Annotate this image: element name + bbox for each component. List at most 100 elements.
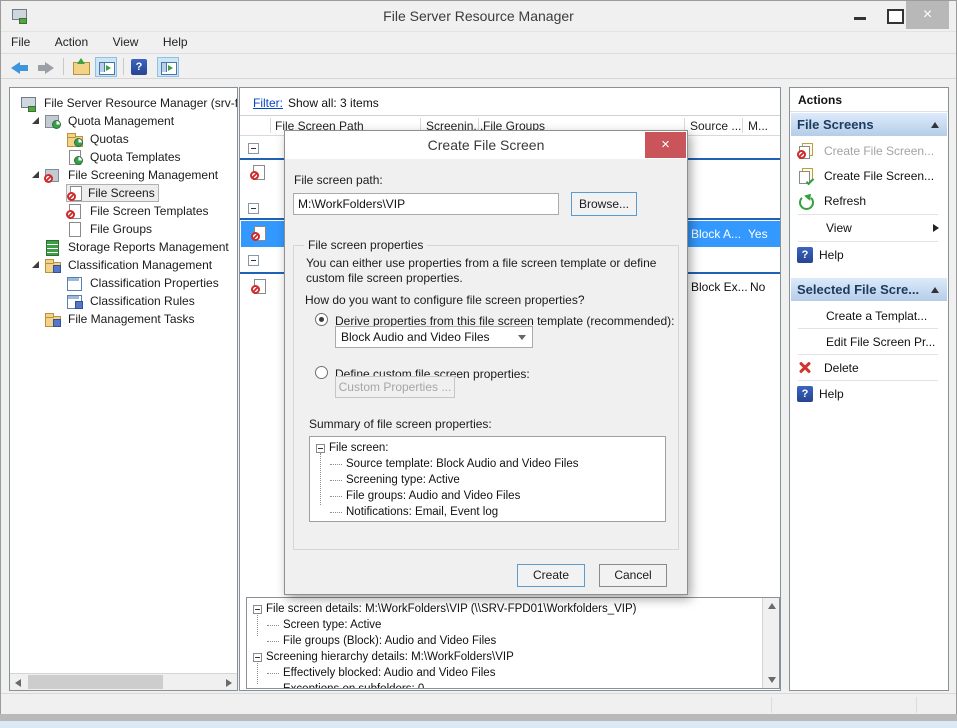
menu-help[interactable]: Help <box>153 32 198 52</box>
close-button[interactable]: × <box>906 1 949 29</box>
tree-node-classification-management[interactable]: Classification Management <box>10 256 237 274</box>
details-pane: File screen details: M:\WorkFolders\VIP … <box>246 597 780 689</box>
menu-action[interactable]: Action <box>45 32 98 52</box>
action-help-2[interactable]: ? Help <box>791 381 947 406</box>
collapse-icon[interactable] <box>253 605 262 614</box>
show-action-pane-icon[interactable] <box>157 57 179 77</box>
app-window: File Server Resource Manager × File Acti… <box>0 0 957 721</box>
scroll-down-icon[interactable] <box>768 677 776 683</box>
summary-root-row[interactable]: File screen: <box>316 442 388 454</box>
menu-view[interactable]: View <box>103 32 149 52</box>
action-create-file-screen-disabled: Create File Screen... <box>791 138 947 163</box>
toolbar: ? <box>1 53 956 79</box>
no-badge <box>67 192 76 201</box>
pie-badge <box>74 138 83 147</box>
collapse-icon[interactable] <box>316 444 325 453</box>
details-vertical-scrollbar[interactable] <box>762 598 779 688</box>
section-header-selected-file-screen[interactable]: Selected File Scre... <box>791 278 947 301</box>
selected-tree-node: File Screens <box>66 184 159 202</box>
console-tree-panel: File Server Resource Manager (srv-fpd Qu… <box>9 87 238 691</box>
dialog-title-bar: Create File Screen × <box>285 131 687 159</box>
row2-match-cell: Yes <box>748 227 768 241</box>
export-list-icon[interactable] <box>71 57 93 77</box>
tree-horizontal-scrollbar[interactable] <box>10 673 237 690</box>
title-bar: File Server Resource Manager × <box>1 1 956 31</box>
menu-file[interactable]: File <box>1 32 40 52</box>
cancel-button[interactable]: Cancel <box>599 564 667 587</box>
delete-icon <box>797 360 814 376</box>
create-button[interactable]: Create <box>517 564 585 587</box>
menu-bar: File Action View Help <box>1 31 956 53</box>
custom-properties-radio[interactable] <box>315 366 328 379</box>
tree-node-file-management-tasks[interactable]: File Management Tasks <box>10 310 237 328</box>
details-row-5: Effectively blocked: Audio and Video Fil… <box>253 667 495 679</box>
column-match[interactable]: M... <box>748 119 768 133</box>
summary-label: Summary of file screen properties: <box>309 417 492 431</box>
console-tree-arrow <box>106 65 111 71</box>
help-icon[interactable]: ? <box>129 57 151 77</box>
minimize-button[interactable] <box>846 1 876 29</box>
template-select[interactable]: Block Audio and Video Files <box>335 326 533 348</box>
expand-triangle-icon[interactable] <box>32 261 39 268</box>
details-row-4[interactable]: Screening hierarchy details: M:\WorkFold… <box>253 651 514 663</box>
file-screen-path-label: File screen path: <box>294 173 383 187</box>
desktop-edge <box>0 721 957 728</box>
back-icon[interactable] <box>11 62 20 74</box>
derive-template-radio[interactable] <box>315 313 328 326</box>
configure-question: How do you want to configure file screen… <box>305 293 585 307</box>
filter-link[interactable]: Filter: <box>253 96 283 110</box>
tree-node-file-screen-templates[interactable]: File Screen Templates <box>10 202 237 220</box>
toolbar-separator-2 <box>123 58 124 75</box>
action-edit-file-screen[interactable]: Edit File Screen Pr... <box>791 329 947 354</box>
tree-node-classification-rules[interactable]: Classification Rules <box>10 292 237 310</box>
expand-triangle-icon[interactable] <box>32 171 39 178</box>
scroll-up-icon[interactable] <box>768 603 776 609</box>
collapse-section-icon[interactable] <box>931 287 939 293</box>
quotas-folder-icon <box>66 131 83 147</box>
status-bar <box>1 693 956 715</box>
file-screen-path-input[interactable] <box>293 193 559 215</box>
scrollbar-thumb[interactable] <box>28 675 163 689</box>
file-screen-row1-icon[interactable] <box>250 164 267 180</box>
column-source[interactable]: Source ... <box>690 119 741 133</box>
show-console-tree-icon[interactable] <box>95 57 117 77</box>
window-bottom-border <box>0 714 957 721</box>
tree-node-file-screens[interactable]: File Screens <box>10 184 237 202</box>
action-help-1[interactable]: ? Help <box>791 242 947 267</box>
forward-icon[interactable] <box>45 62 54 74</box>
browse-button[interactable]: Browse... <box>571 192 637 216</box>
collapse-section-icon[interactable] <box>931 122 939 128</box>
section-header-file-screens[interactable]: File Screens <box>791 113 947 136</box>
classification-management-icon <box>44 257 61 273</box>
action-create-file-screen[interactable]: Create File Screen... <box>791 163 947 188</box>
tree-node-quota-management[interactable]: Quota Management <box>10 112 237 130</box>
tree-node-file-groups[interactable]: File Groups <box>10 220 237 238</box>
action-create-template[interactable]: Create a Templat... <box>791 303 947 328</box>
group3-collapse-icon[interactable] <box>248 255 259 266</box>
action-refresh[interactable]: Refresh <box>791 188 947 213</box>
dialog-close-button[interactable]: × <box>645 132 686 158</box>
server-icon <box>20 95 37 111</box>
tree-node-file-screening-management[interactable]: File Screening Management <box>10 166 237 184</box>
create-file-screen-icon <box>797 143 814 159</box>
expand-triangle-icon[interactable] <box>32 117 39 124</box>
group2-collapse-icon[interactable] <box>248 203 259 214</box>
tree-node-root[interactable]: File Server Resource Manager (srv-fpd <box>10 94 237 112</box>
maximize-button[interactable] <box>879 1 909 29</box>
collapse-icon[interactable] <box>253 653 262 662</box>
row3-source-template-cell: Block Ex... <box>691 280 748 294</box>
tree-node-quota-templates[interactable]: Quota Templates <box>10 148 237 166</box>
details-row-1[interactable]: File screen details: M:\WorkFolders\VIP … <box>253 603 636 615</box>
scroll-left-icon[interactable] <box>15 679 21 687</box>
window-title: File Server Resource Manager <box>1 8 956 24</box>
action-view[interactable]: View <box>791 215 947 240</box>
tree-node-storage-reports[interactable]: Storage Reports Management <box>10 238 237 256</box>
refresh-icon <box>797 193 814 209</box>
group1-collapse-icon[interactable] <box>248 143 259 154</box>
scroll-right-icon[interactable] <box>226 679 232 687</box>
action-pane-arrow <box>168 65 173 71</box>
action-delete[interactable]: Delete <box>791 355 947 380</box>
tree-node-classification-properties[interactable]: Classification Properties <box>10 274 237 292</box>
tree-node-quotas[interactable]: Quotas <box>10 130 237 148</box>
quota-templates-icon <box>66 149 83 165</box>
